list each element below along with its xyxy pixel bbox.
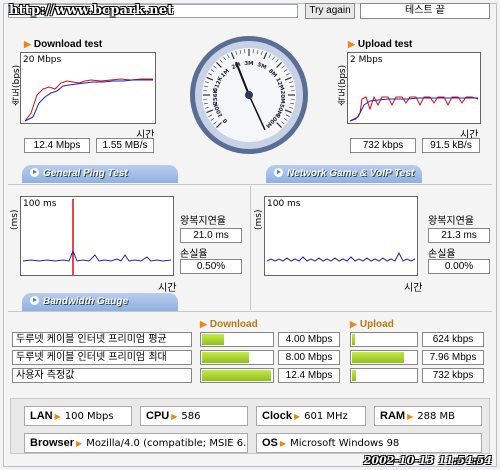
bandwidth-upload-value: 624 kbps — [422, 332, 484, 347]
info-cpu: CPU ▶ 586 — [140, 406, 248, 426]
bandwidth-upload-fill — [352, 352, 404, 363]
ping-left-loss-label: 손실율 — [180, 249, 208, 260]
ping-right-plot: 100 ms — [264, 196, 418, 276]
arrow-icon: ▶ — [293, 412, 301, 421]
ping-right-ylabel: (ms) — [254, 209, 264, 230]
upload-red-line — [349, 95, 479, 122]
bandwidth-upload-bar — [350, 350, 418, 365]
download-rate: 1.55 MB/s — [96, 138, 154, 153]
bandwidth-download-bar — [200, 368, 274, 383]
ping-right-loss-label: 손실율 — [428, 249, 456, 260]
gauge-label: 3M — [244, 61, 253, 67]
bandwidth-download-value: 8.00 Mbps — [278, 350, 340, 365]
try-again-button[interactable]: Try again — [305, 3, 355, 19]
watermark: http://www.bcpark.net — [9, 3, 174, 18]
ping-left-plot: 100 ms — [20, 196, 174, 276]
triangle-icon: ▶ — [24, 39, 31, 49]
ping-left-rtt: 21.0 ms — [180, 228, 242, 243]
info-ram: RAM ▶ 288 MB — [374, 406, 482, 426]
bandwidth-download-fill — [202, 334, 224, 345]
ping-left-rtt-label: 왕복지연율 — [180, 216, 226, 227]
bandwidth-download-value: 4.00 Mbps — [278, 332, 340, 347]
ping-left-ylabel: (ms) — [10, 209, 20, 230]
bandwidth-upload-value: 732 kbps — [422, 368, 484, 383]
triangle-icon: ▶ — [350, 319, 357, 329]
ping-right-graph — [266, 251, 416, 262]
bandwidth-download-fill — [202, 352, 249, 363]
download-blue-line — [24, 79, 153, 122]
ping-right-loss: 0.00% — [428, 259, 490, 274]
ping-right-rtt: 21.3 ms — [428, 228, 490, 243]
ping-left-xlabel: 시간 — [158, 283, 177, 294]
ping-right-rtt-label: 왕복지연율 — [428, 216, 474, 227]
bandwidth-upload-fill — [352, 370, 356, 381]
bandwidth-row-name: 두루넷 케이블 인터넷 프리미엄 최대 — [12, 350, 192, 365]
ping-left-graph — [22, 199, 172, 275]
info-os: OS ▶ Microsoft Windows 98 — [256, 433, 482, 453]
gauge-label: 20M — [279, 90, 285, 103]
arrow-icon: ▶ — [54, 412, 61, 421]
info-clock: Clock ▶ 601 MHz — [256, 406, 366, 426]
tab-general-ping[interactable]: General Ping Test — [22, 165, 178, 183]
test-status: 테스트 끝 — [360, 3, 490, 19]
download-red-line — [24, 78, 153, 122]
info-browser: Browser ▶ Mozilla/4.0 (compatible; MSIE 6.… — [24, 433, 248, 453]
bandwidth-divider — [8, 311, 492, 312]
arrow-icon: ▶ — [171, 412, 178, 421]
arrow-icon: ▶ — [76, 439, 83, 448]
ping-divider-top — [8, 184, 492, 185]
speed-gauge: 0100K256K512K1M2M 3M 5M8M12M20M50M100M — [190, 36, 308, 154]
arrow-icon: ▶ — [279, 439, 287, 448]
bandwidth-upload-value: 7.96 Mbps — [422, 350, 484, 365]
bandwidth-upload-bar — [350, 368, 418, 383]
download-speed: 12.4 Mbps — [24, 138, 90, 153]
bandwidth-download-bar — [200, 332, 274, 347]
bandwidth-upload-fill — [352, 334, 355, 345]
arrow-icon: ▶ — [407, 412, 414, 421]
download-graph — [24, 78, 153, 122]
upload-title: ▶ Upload test — [348, 39, 413, 50]
ping-left-loss: 0.50% — [180, 259, 242, 274]
bandwidth-download-fill — [202, 370, 271, 381]
datestamp: 2002-10-13 11:54:54 — [363, 454, 492, 467]
bandwidth-download-header: ▶ Download — [200, 319, 258, 330]
ping-divider-mid — [250, 186, 251, 310]
bandwidth-row-name: 두루넷 케이블 인터넷 프리미엄 평균 — [12, 332, 192, 347]
triangle-icon: ▶ — [348, 39, 355, 49]
download-title: ▶ Download test — [24, 39, 103, 50]
upload-graph — [349, 95, 479, 122]
bandwidth-download-bar — [200, 350, 274, 365]
triangle-icon: ▶ — [200, 319, 207, 329]
arrow-icon — [274, 168, 283, 177]
bandwidth-upload-header: ▶ Upload — [350, 319, 394, 330]
bandwidth-upload-bar — [350, 332, 418, 347]
upload-plot: 2 Mbps — [347, 52, 481, 124]
bandwidth-row-name: 사용자 측정값 — [12, 368, 192, 383]
tab-bandwidth-gauge[interactable]: Bandwidth Gauge — [22, 293, 178, 311]
upload-speed: 732 kbps — [350, 138, 416, 153]
upload-blue-line — [349, 97, 478, 122]
download-plot: 20 Mbps — [20, 52, 156, 124]
arrow-icon — [30, 296, 39, 305]
bandwidth-download-value: 12.4 Mbps — [278, 368, 340, 383]
arrow-icon — [30, 168, 39, 177]
upload-rate: 91.5 kB/s — [422, 138, 480, 153]
tab-network-game[interactable]: Network Game & VoIP Test — [266, 165, 422, 183]
info-lan: LAN ▶ 100 Mbps — [24, 406, 132, 426]
ping-right-xlabel: 시간 — [404, 283, 423, 294]
